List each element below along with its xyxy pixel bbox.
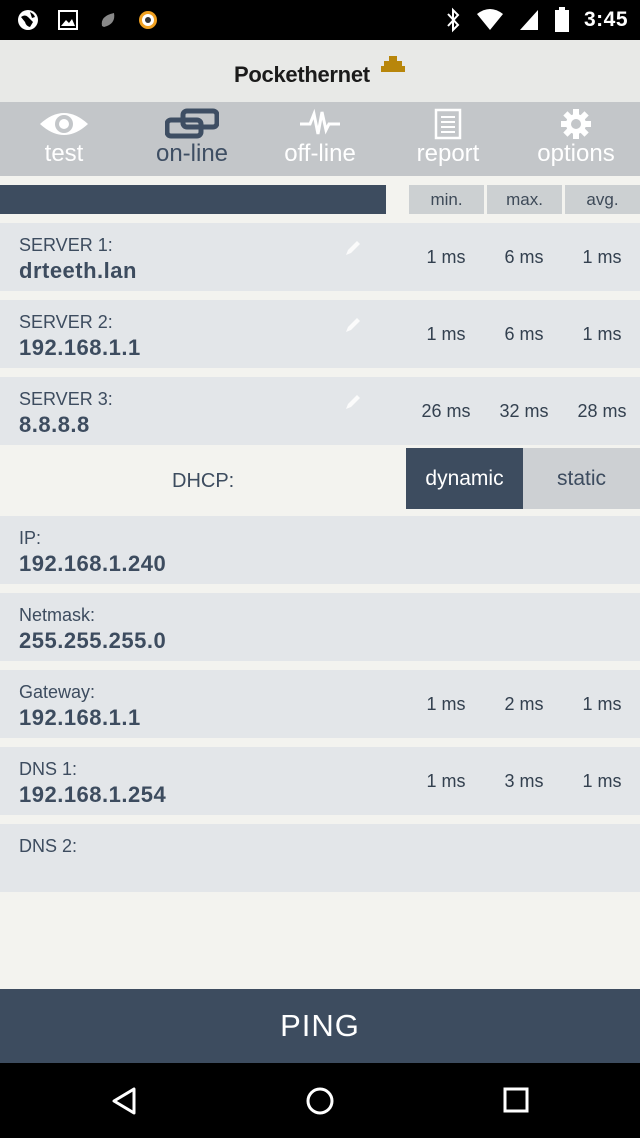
gear-icon [139, 11, 157, 29]
netmask-value: 255.255.255.0 [19, 628, 167, 653]
column-avg: avg. [565, 185, 640, 214]
dns1-label: DNS 1: [19, 759, 78, 779]
pencil-icon[interactable] [344, 393, 362, 411]
server-row-3[interactable]: SERVER 3: 8.8.8.8 26 ms 32 ms 28 ms [0, 377, 640, 445]
server-label: SERVER 3: [19, 389, 113, 409]
dns2-label: DNS 2: [19, 836, 78, 856]
server-row-1[interactable]: SERVER 1: drteeth.lan 1 ms 6 ms 1 ms [0, 223, 640, 291]
ping-button[interactable]: PING [0, 989, 640, 1063]
ip-value: 192.168.1.240 [19, 551, 167, 576]
tab-report-label: report [416, 140, 480, 167]
ping-min: 1 ms [426, 324, 466, 344]
pulse-icon [300, 108, 340, 135]
tab-off-line[interactable]: off-line [256, 102, 384, 176]
recents-icon[interactable] [502, 1086, 530, 1114]
wifi-icon [476, 9, 503, 30]
server-value: drteeth.lan [19, 258, 137, 283]
tab-off-line-label: off-line [284, 140, 356, 167]
logo-mark-icon [381, 56, 405, 72]
server-value: 192.168.1.1 [19, 335, 141, 360]
dns1-value: 192.168.1.254 [19, 782, 167, 807]
globe-icon [18, 10, 38, 30]
ping-min: 1 ms [426, 694, 466, 714]
ping-max: 32 ms [499, 401, 549, 421]
tab-on-line-label: on-line [155, 140, 229, 167]
tab-test-label: test [44, 140, 84, 167]
ping-avg: 1 ms [582, 694, 622, 714]
document-icon [434, 108, 462, 140]
dhcp-row: DHCP: dynamic static [0, 448, 640, 514]
ip-label: IP: [19, 528, 42, 548]
netmask-label: Netmask: [19, 605, 96, 625]
gateway-row: Gateway: 192.168.1.1 1 ms 2 ms 1 ms [0, 670, 640, 738]
tab-options[interactable]: options [512, 102, 640, 176]
ip-row: IP: 192.168.1.240 [0, 516, 640, 584]
tab-on-line[interactable]: on-line [128, 102, 256, 176]
ping-min: 1 ms [426, 247, 466, 267]
netmask-row: Netmask: 255.255.255.0 [0, 593, 640, 661]
tab-report[interactable]: report [384, 102, 512, 176]
column-max: max. [487, 185, 562, 214]
section-bar [0, 185, 386, 214]
dhcp-label: DHCP: [172, 470, 235, 492]
column-min: min. [409, 185, 484, 214]
tab-test[interactable]: test [0, 102, 128, 176]
ping-max: 3 ms [504, 771, 544, 791]
ping-min: 26 ms [421, 401, 471, 421]
ping-avg: 1 ms [582, 247, 622, 267]
signal-icon [519, 10, 538, 30]
pencil-icon[interactable] [344, 316, 362, 334]
bluetooth-icon [447, 7, 460, 33]
app-header: Pockethernet [0, 40, 640, 102]
server-row-2[interactable]: SERVER 2: 192.168.1.1 1 ms 6 ms 1 ms [0, 300, 640, 368]
leaf-icon [101, 13, 115, 27]
gateway-label: Gateway: [19, 682, 96, 702]
tab-options-label: options [537, 140, 615, 167]
dns1-row: DNS 1: 192.168.1.254 1 ms 3 ms 1 ms [0, 747, 640, 815]
link-icon [165, 108, 219, 139]
status-bar: 3:45 [0, 0, 640, 40]
gear-icon [561, 109, 591, 139]
back-icon[interactable] [110, 1086, 140, 1116]
server-label: SERVER 2: [19, 312, 113, 332]
app-logo: Pockethernet [234, 62, 370, 87]
ping-max: 6 ms [504, 324, 544, 344]
status-bar-left [16, 8, 160, 32]
system-nav-bar [0, 1063, 640, 1138]
server-label: SERVER 1: [19, 235, 113, 255]
ping-avg: 28 ms [577, 401, 627, 421]
gateway-value: 192.168.1.1 [19, 705, 141, 730]
status-bar-right: 3:45 [444, 6, 628, 34]
clock: 3:45 [583, 8, 628, 31]
ping-max: 6 ms [504, 247, 544, 267]
battery-icon [554, 7, 569, 32]
dhcp-static-button[interactable]: static [523, 448, 640, 509]
eye-icon [40, 113, 88, 135]
ping-avg: 1 ms [582, 324, 622, 344]
main-nav: test on-line off-line report options [0, 102, 640, 176]
pencil-icon[interactable] [344, 239, 362, 257]
ping-min: 1 ms [426, 771, 466, 791]
server-value: 8.8.8.8 [19, 412, 90, 437]
image-icon [58, 10, 78, 30]
dns2-row: DNS 2: [0, 824, 640, 892]
ping-max: 2 ms [504, 694, 544, 714]
dhcp-dynamic-button[interactable]: dynamic [406, 448, 523, 509]
ping-avg: 1 ms [582, 771, 622, 791]
home-icon[interactable] [305, 1086, 335, 1116]
